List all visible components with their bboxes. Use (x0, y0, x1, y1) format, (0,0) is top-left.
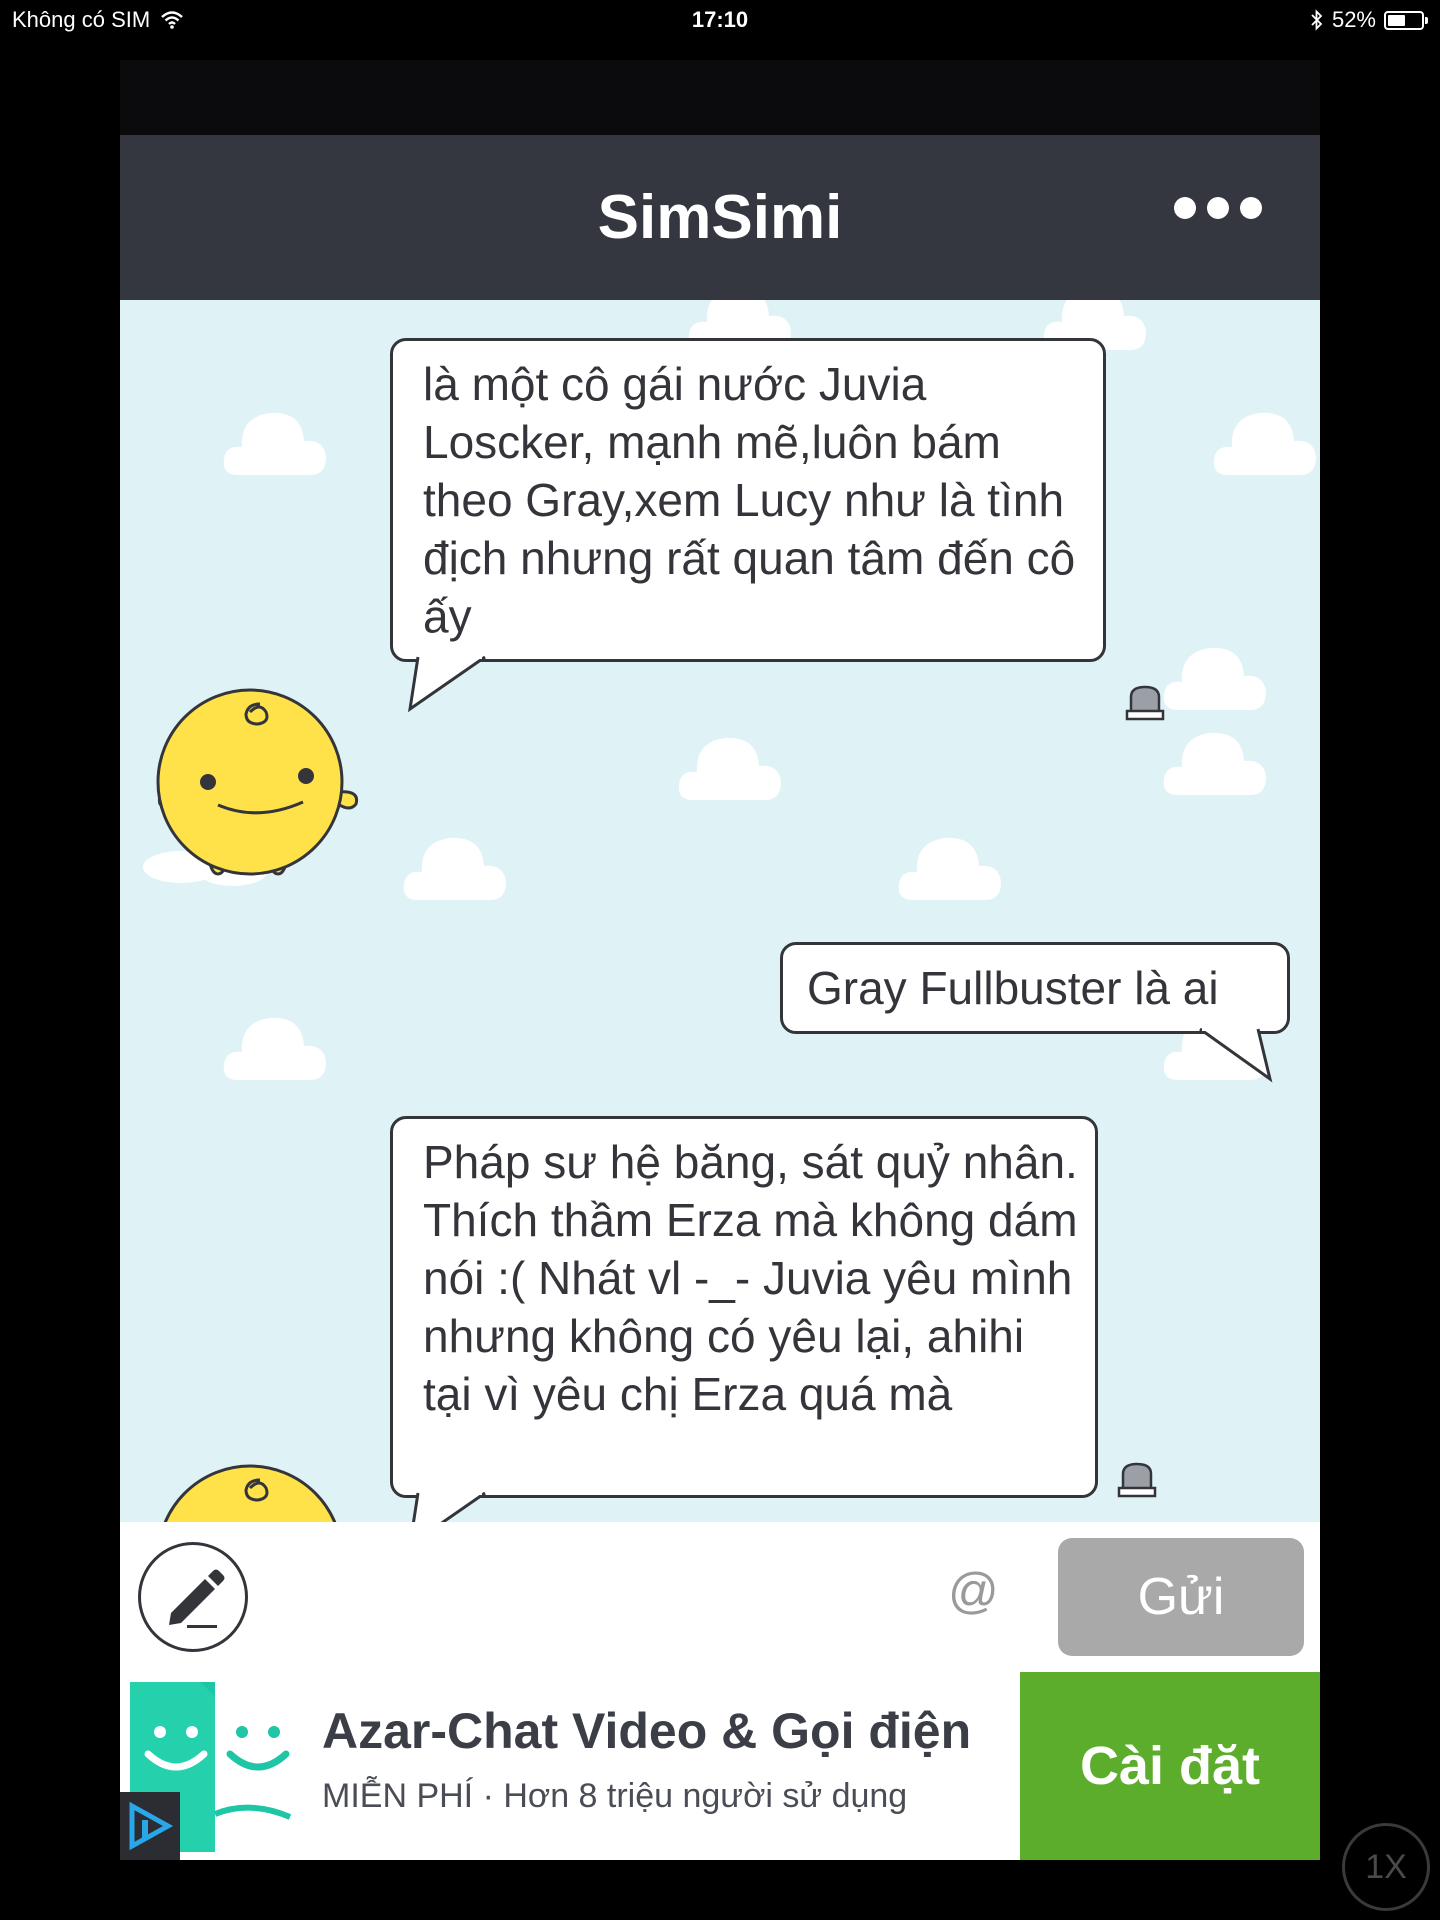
status-bar: Không có SIM 17:10 52% (0, 0, 1440, 40)
bubble-tail (1199, 1025, 1273, 1083)
report-bell-icon[interactable] (1117, 1460, 1157, 1498)
simsimi-app: SimSimi là một cô gái nước Juvia Loscker… (120, 60, 1320, 1860)
simsimi-mascot-icon (163, 1464, 337, 1522)
cloud-icon (678, 737, 781, 800)
ad-banner[interactable]: Azar-Chat Video & Gọi điện MIỄN PHÍ · Hơ… (120, 1672, 1320, 1860)
send-button[interactable]: Gửi (1058, 1538, 1304, 1656)
cloud-icon (1163, 732, 1266, 795)
battery-icon (1384, 10, 1428, 30)
message-bubble-simsimi: là một cô gái nước Juvia Loscker, mạnh m… (390, 338, 1106, 662)
top-strip (120, 60, 1320, 135)
message-bubble-user: Gray Fullbuster là ai (780, 942, 1290, 1034)
battery-percent: 52% (1331, 7, 1376, 32)
ad-subtitle: MIỄN PHÍ · Hơn 8 triệu người sử dụng (322, 1777, 908, 1815)
zoom-1x-button[interactable]: 1X (1342, 1823, 1430, 1911)
more-dots-icon[interactable] (1174, 197, 1262, 219)
ad-title[interactable]: Azar-Chat Video & Gọi điện (322, 1702, 971, 1760)
cloud-icon (223, 412, 326, 475)
mention-button[interactable]: @ (948, 1562, 999, 1620)
message-text: Gray Fullbuster là ai (807, 962, 1219, 1014)
message-text: Pháp sư hệ băng, sát quỷ nhân. Thích thầ… (423, 1136, 1078, 1420)
message-text: là một cô gái nước Juvia Loscker, mạnh m… (423, 358, 1076, 642)
bubble-tail (407, 653, 486, 713)
ad-choices-icon[interactable] (120, 1792, 180, 1860)
cloud-icon (223, 1017, 326, 1080)
chat-area[interactable]: là một cô gái nước Juvia Loscker, mạnh m… (120, 300, 1320, 1522)
cloud-icon (1213, 412, 1316, 475)
message-input-bar: @ Gửi (120, 1522, 1320, 1672)
app-title: SimSimi (597, 183, 843, 252)
report-bell-icon[interactable] (1125, 683, 1165, 721)
bluetooth-icon (1311, 9, 1323, 31)
app-header: SimSimi (120, 135, 1320, 300)
battery-level (1388, 14, 1405, 26)
bubble-tail (412, 1489, 486, 1522)
cloud-icon (898, 837, 1001, 900)
clock: 17:10 (691, 7, 749, 32)
install-button[interactable]: Cài đặt (1020, 1672, 1320, 1860)
pencil-icon (169, 1569, 225, 1628)
edit-icon[interactable] (138, 1542, 248, 1652)
simsimi-mascot-icon (143, 688, 359, 886)
cloud-icon (403, 837, 506, 900)
cloud-icon (1163, 647, 1266, 710)
message-input[interactable] (270, 1546, 914, 1648)
message-bubble-simsimi: Pháp sư hệ băng, sát quỷ nhân. Thích thầ… (390, 1116, 1098, 1498)
